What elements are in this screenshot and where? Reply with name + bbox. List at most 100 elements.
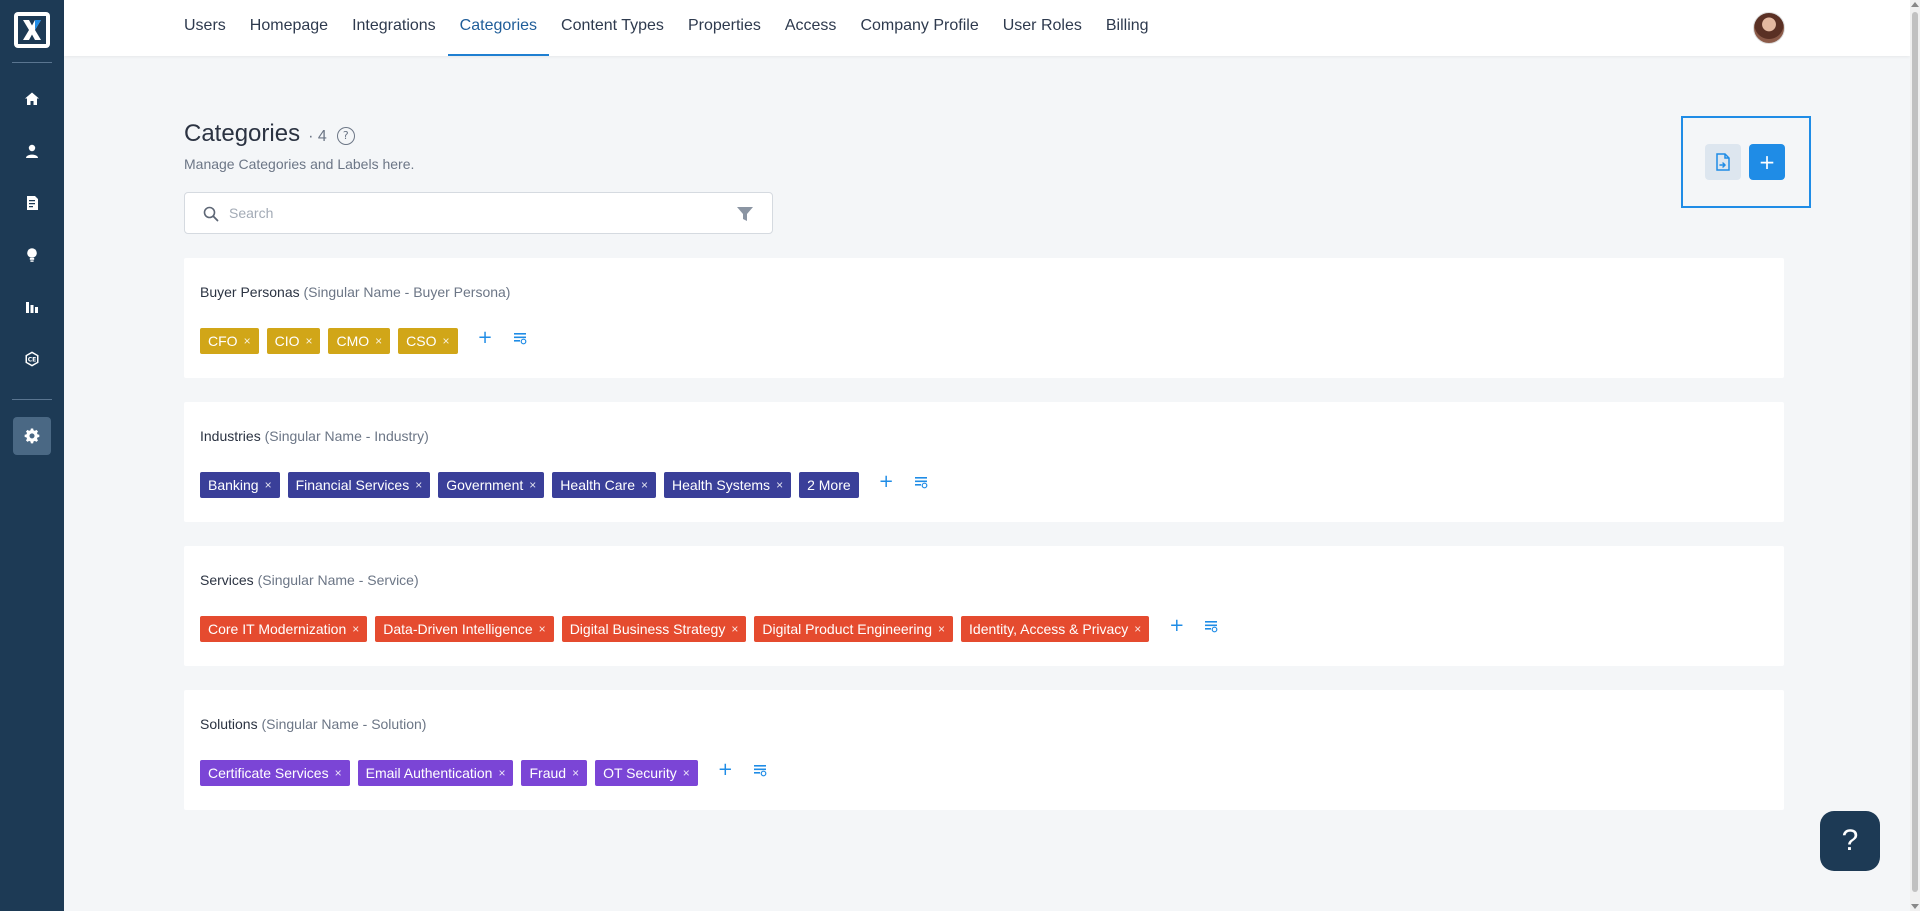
category-title[interactable]: Industries (Singular Name - Industry)	[200, 428, 429, 444]
file-export-icon	[1716, 153, 1730, 171]
gear-icon	[24, 428, 40, 444]
help-circle-icon[interactable]: ?	[336, 126, 355, 145]
page-header: Categories · 4 ?	[184, 120, 355, 148]
tag[interactable]: Government ×	[438, 472, 545, 498]
tag[interactable]: OT Security ×	[595, 760, 698, 786]
tab-access[interactable]: Access	[773, 0, 849, 56]
add-tag-button[interactable]: +	[478, 329, 493, 347]
tag-label: CFO	[208, 333, 238, 349]
tag-remove-icon[interactable]: ×	[1134, 622, 1141, 636]
tag-remove-icon[interactable]: ×	[375, 334, 382, 348]
home-icon	[25, 92, 39, 105]
category-singular-name: (Singular Name - Industry)	[264, 428, 429, 444]
tag[interactable]: CIO ×	[266, 328, 321, 354]
tab-integrations[interactable]: Integrations	[340, 0, 448, 56]
add-tag-button[interactable]: +	[879, 473, 894, 491]
tab-company-profile[interactable]: Company Profile	[848, 0, 990, 56]
tab-homepage[interactable]: Homepage	[238, 0, 340, 56]
tag-remove-icon[interactable]: ×	[415, 478, 422, 492]
tag-remove-icon[interactable]: ×	[498, 766, 505, 780]
bar-chart-icon	[26, 302, 38, 313]
tag-remove-icon[interactable]: ×	[641, 478, 648, 492]
tag[interactable]: Health Systems ×	[664, 472, 792, 498]
tab-categories[interactable]: Categories	[447, 0, 550, 56]
tag[interactable]: CMO ×	[328, 328, 391, 354]
sidebar-item-home[interactable]	[13, 80, 51, 118]
sidebar-item-analytics[interactable]	[13, 288, 51, 326]
logo[interactable]	[14, 12, 50, 48]
manage-labels-icon[interactable]	[753, 763, 767, 777]
sidebar-item-settings[interactable]	[13, 417, 51, 455]
tag[interactable]: Health Care ×	[552, 472, 657, 498]
vertical-scrollbar[interactable]	[1910, 0, 1920, 911]
category-card-buyer-personas: Buyer Personas (Singular Name - Buyer Pe…	[184, 258, 1784, 378]
tag[interactable]: CSO ×	[398, 328, 458, 354]
manage-labels-icon[interactable]	[914, 475, 928, 489]
add-tag-button[interactable]: +	[718, 761, 733, 779]
tab-content-types[interactable]: Content Types	[549, 0, 676, 56]
tag[interactable]: Digital Business Strategy ×	[561, 616, 747, 642]
category-title[interactable]: Services (Singular Name - Service)	[200, 572, 419, 588]
search-input[interactable]	[229, 201, 709, 225]
tag-remove-icon[interactable]: ×	[529, 478, 536, 492]
tag[interactable]: CFO ×	[200, 328, 259, 354]
help-button[interactable]: ?	[1820, 811, 1880, 871]
tag-label: Banking	[208, 477, 259, 493]
page-title: Categories	[184, 120, 301, 147]
tag-label: Identity, Access & Privacy	[969, 621, 1129, 637]
tag-remove-icon[interactable]: ×	[731, 622, 738, 636]
tab-billing[interactable]: Billing	[1094, 0, 1161, 56]
tag-remove-icon[interactable]: ×	[776, 478, 783, 492]
tag[interactable]: Identity, Access & Privacy ×	[961, 616, 1150, 642]
tag-remove-icon[interactable]: ×	[244, 334, 251, 348]
tag-label: Email Authentication	[365, 765, 493, 781]
tag-remove-icon[interactable]: ×	[572, 766, 579, 780]
tag[interactable]: Certificate Services ×	[200, 760, 350, 786]
tag-remove-icon[interactable]: ×	[335, 766, 342, 780]
actions-highlight: +	[1681, 116, 1811, 208]
search-icon	[203, 206, 219, 222]
tab-properties[interactable]: Properties	[676, 0, 773, 56]
tag[interactable]: Email Authentication ×	[357, 760, 514, 786]
add-tag-button[interactable]: +	[1169, 617, 1184, 635]
tag[interactable]: Core IT Modernization ×	[200, 616, 368, 642]
manage-labels-icon[interactable]	[1204, 619, 1218, 633]
category-count: · 4	[308, 128, 327, 145]
tag-remove-icon[interactable]: ×	[938, 622, 945, 636]
tag[interactable]: Financial Services ×	[287, 472, 431, 498]
top-navigation: Users Homepage Integrations Categories Conte…	[64, 0, 1910, 56]
tag[interactable]: Data-Driven Intelligence ×	[375, 616, 554, 642]
scroll-up-arrow[interactable]	[1911, 2, 1919, 7]
filter-icon[interactable]	[736, 205, 754, 223]
category-title[interactable]: Solutions (Singular Name - Solution)	[200, 716, 426, 732]
tab-users[interactable]: Users	[184, 0, 238, 56]
avatar[interactable]	[1753, 12, 1785, 44]
tag-remove-icon[interactable]: ×	[352, 622, 359, 636]
tag-remove-icon[interactable]: ×	[265, 478, 272, 492]
category-singular-name: (Singular Name - Service)	[257, 572, 419, 588]
tag-remove-icon[interactable]: ×	[683, 766, 690, 780]
sidebar-item-content[interactable]	[13, 184, 51, 222]
tag-label: Data-Driven Intelligence	[383, 621, 533, 637]
tag-list: Core IT Modernization × Data-Driven Intell…	[200, 616, 1218, 642]
tag[interactable]: Digital Product Engineering ×	[754, 616, 954, 642]
sidebar-item-users[interactable]	[13, 132, 51, 170]
sidebar-item-insights[interactable]	[13, 236, 51, 274]
export-button[interactable]	[1705, 144, 1741, 180]
more-tags-button[interactable]: 2 More	[799, 472, 859, 498]
tag[interactable]: Banking ×	[200, 472, 280, 498]
tag-remove-icon[interactable]: ×	[305, 334, 312, 348]
scroll-thumb[interactable]	[1912, 12, 1918, 892]
add-category-button[interactable]: +	[1749, 144, 1785, 180]
tab-user-roles[interactable]: User Roles	[991, 0, 1094, 56]
svg-text:CE: CE	[28, 357, 37, 364]
tag-label: CMO	[336, 333, 370, 349]
tag[interactable]: Fraud ×	[521, 760, 588, 786]
tag-list: Banking × Financial Services × Government × He…	[200, 472, 928, 498]
manage-labels-icon[interactable]	[513, 331, 527, 345]
tag-remove-icon[interactable]: ×	[539, 622, 546, 636]
sidebar-item-ce[interactable]: CE	[13, 340, 51, 378]
tag-remove-icon[interactable]: ×	[443, 334, 450, 348]
scroll-down-arrow[interactable]	[1911, 904, 1919, 909]
category-title[interactable]: Buyer Personas (Singular Name - Buyer Pe…	[200, 284, 510, 300]
